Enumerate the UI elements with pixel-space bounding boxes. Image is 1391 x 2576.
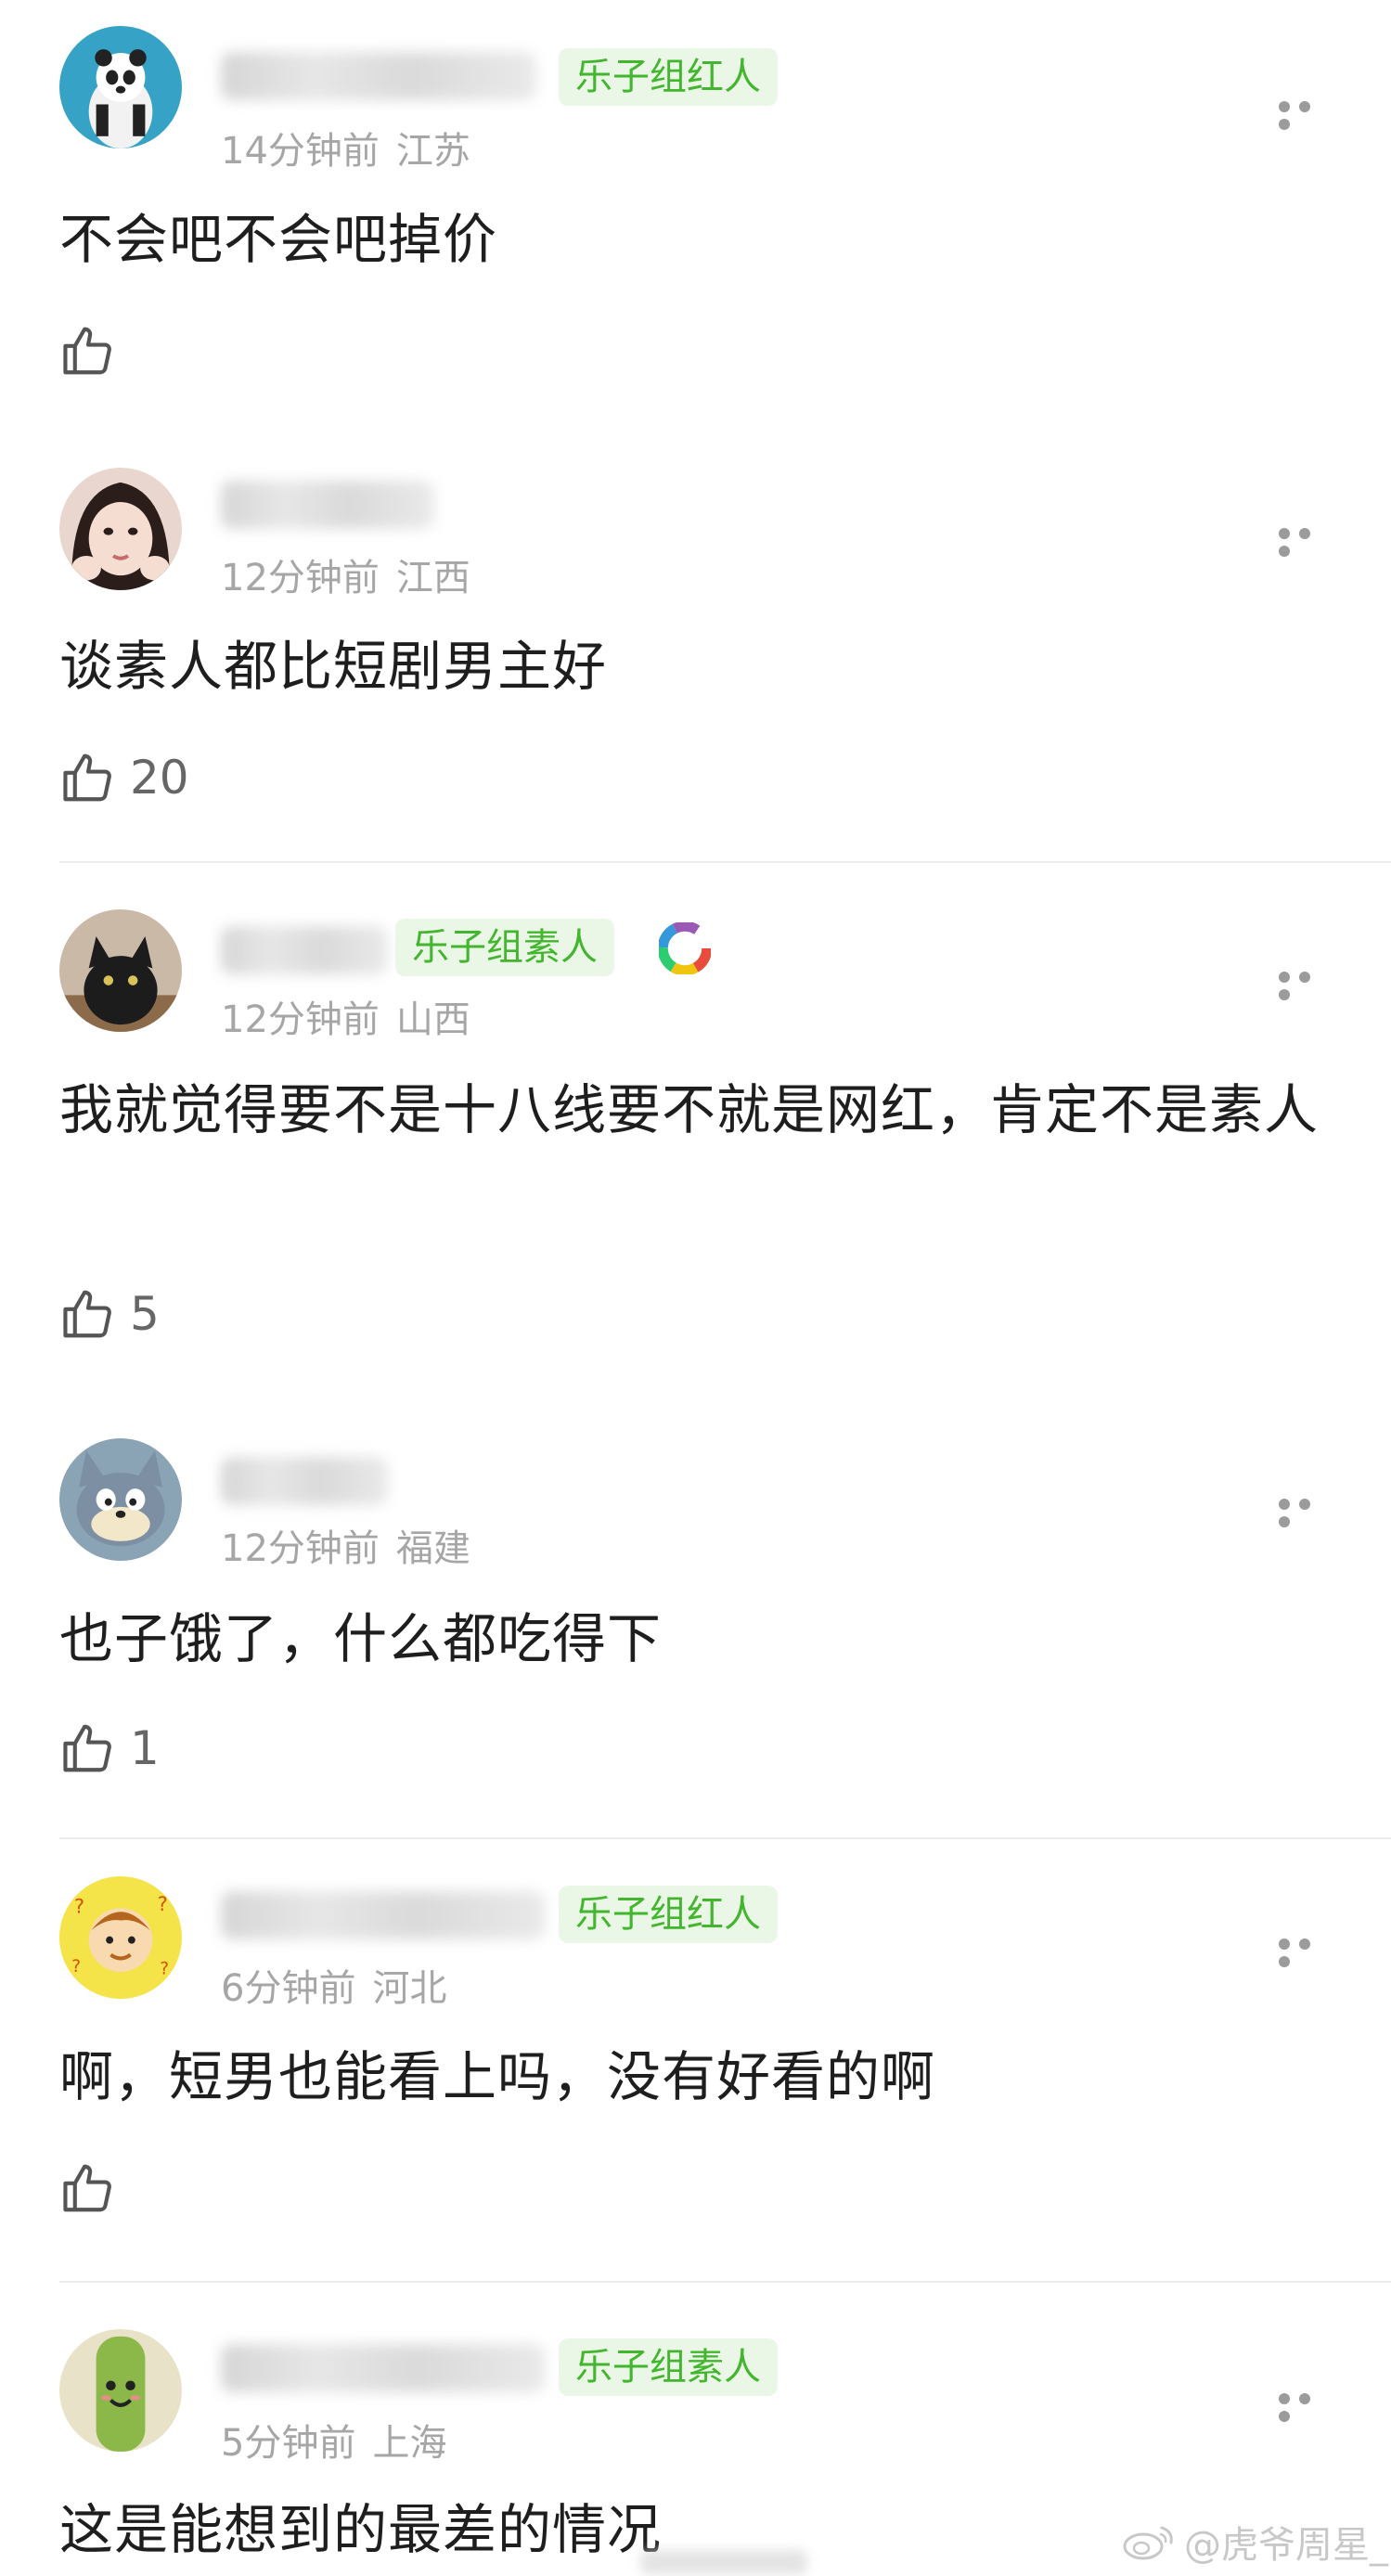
- comment-time: 12分钟前: [221, 998, 380, 1041]
- comment-meta: 6分钟前 河北: [221, 1958, 446, 2012]
- username-blurred[interactable]: [221, 926, 388, 974]
- like-count: 1: [130, 1721, 160, 1775]
- comment-meta: 12分钟前 福建: [221, 1518, 470, 1572]
- username-blurred[interactable]: [221, 1457, 388, 1505]
- blurred-watermark-text: [640, 2550, 807, 2574]
- more-options-icon[interactable]: [1279, 98, 1336, 130]
- comment-time: 6分钟前: [221, 1967, 356, 2010]
- svg-text:?: ?: [160, 1960, 169, 1979]
- like-count: 20: [130, 751, 189, 805]
- divider: [59, 2281, 1391, 2283]
- more-options-icon[interactable]: [1279, 2390, 1336, 2422]
- comment-location: 山西: [395, 998, 470, 1041]
- avatar[interactable]: [59, 1438, 182, 1561]
- comment-location: 河北: [372, 1967, 447, 2010]
- username-blurred[interactable]: [221, 52, 536, 100]
- avatar[interactable]: ? ? ? ?: [59, 1876, 182, 1999]
- svg-text:?: ?: [71, 1957, 81, 1977]
- weibo-watermark: @虎爷周星_: [1121, 2515, 1388, 2569]
- user-badge: 乐子组素人: [559, 2338, 778, 2396]
- watermark-text: @虎爷周星_: [1184, 2524, 1388, 2567]
- comment-location: 上海: [372, 2422, 447, 2465]
- thumbs-up-icon: [63, 753, 111, 802]
- username-blurred[interactable]: [221, 1891, 546, 1939]
- comment-text: 不会吧不会吧掉价: [59, 208, 498, 271]
- comment-meta: 12分钟前 江西: [221, 547, 470, 601]
- comment-text: 谈素人都比短剧男主好: [59, 635, 608, 698]
- more-options-icon[interactable]: [1279, 969, 1336, 1000]
- svg-text:?: ?: [158, 1892, 168, 1915]
- divider: [59, 861, 1391, 863]
- comment-time: 12分钟前: [221, 1527, 380, 1570]
- user-badge: 乐子组红人: [559, 1886, 778, 1943]
- more-options-icon[interactable]: [1279, 1496, 1336, 1527]
- like-button[interactable]: 5: [59, 1284, 160, 1344]
- thumbs-up-icon: [63, 1290, 111, 1338]
- avatar[interactable]: [59, 26, 182, 148]
- username-blurred[interactable]: [221, 2344, 546, 2392]
- avatar-panda-image: [59, 26, 182, 148]
- avatar-green-character-image: [59, 2329, 182, 2452]
- comment-meta: 14分钟前 江苏: [221, 121, 470, 174]
- weibo-logo-icon: [1123, 2526, 1173, 2560]
- svg-text:?: ?: [74, 1895, 84, 1918]
- more-options-icon[interactable]: [1279, 1936, 1336, 1967]
- user-badge: 乐子组红人: [559, 48, 778, 106]
- like-button[interactable]: [59, 2158, 130, 2218]
- user-badge: 乐子组素人: [395, 919, 614, 976]
- comment-meta: 5分钟前 上海: [221, 2413, 446, 2467]
- thumbs-up-icon: [63, 327, 111, 375]
- comment-text: 也子饿了，什么都吃得下: [59, 1607, 663, 1670]
- comment-location: 江西: [395, 557, 470, 599]
- avatar[interactable]: [59, 468, 182, 590]
- avatar-cartoon-boy-image: ? ? ? ?: [59, 1876, 182, 1999]
- more-options-icon[interactable]: [1279, 525, 1336, 557]
- username-blurred[interactable]: [221, 481, 434, 529]
- like-button[interactable]: 20: [59, 748, 189, 807]
- like-button[interactable]: 1: [59, 1719, 160, 1778]
- comment-time: 5分钟前: [221, 2422, 356, 2465]
- comment-location: 福建: [395, 1527, 470, 1570]
- comment-time: 14分钟前: [221, 130, 380, 173]
- like-button[interactable]: [59, 321, 130, 380]
- comment-location: 江苏: [395, 130, 470, 173]
- thumbs-up-icon: [63, 2164, 111, 2212]
- comment-time: 12分钟前: [221, 557, 380, 599]
- avatar[interactable]: [59, 2329, 182, 2452]
- avatar[interactable]: [59, 909, 182, 1032]
- rainbow-badge-icon: [657, 921, 713, 976]
- avatar-cartoon-cat-image: [59, 1438, 182, 1561]
- comment-meta: 12分钟前 山西: [221, 989, 470, 1043]
- thumbs-up-icon: [63, 1724, 111, 1772]
- avatar-girl-image: [59, 468, 182, 590]
- comment-text: 我就觉得要不是十八线要不就是网红，肯定不是素人: [59, 1078, 1320, 1141]
- comment-text: 啊，短男也能看上吗，没有好看的啊: [59, 2045, 936, 2108]
- avatar-black-cat-image: [59, 909, 182, 1032]
- like-count: 5: [130, 1287, 160, 1341]
- divider: [59, 1837, 1391, 1839]
